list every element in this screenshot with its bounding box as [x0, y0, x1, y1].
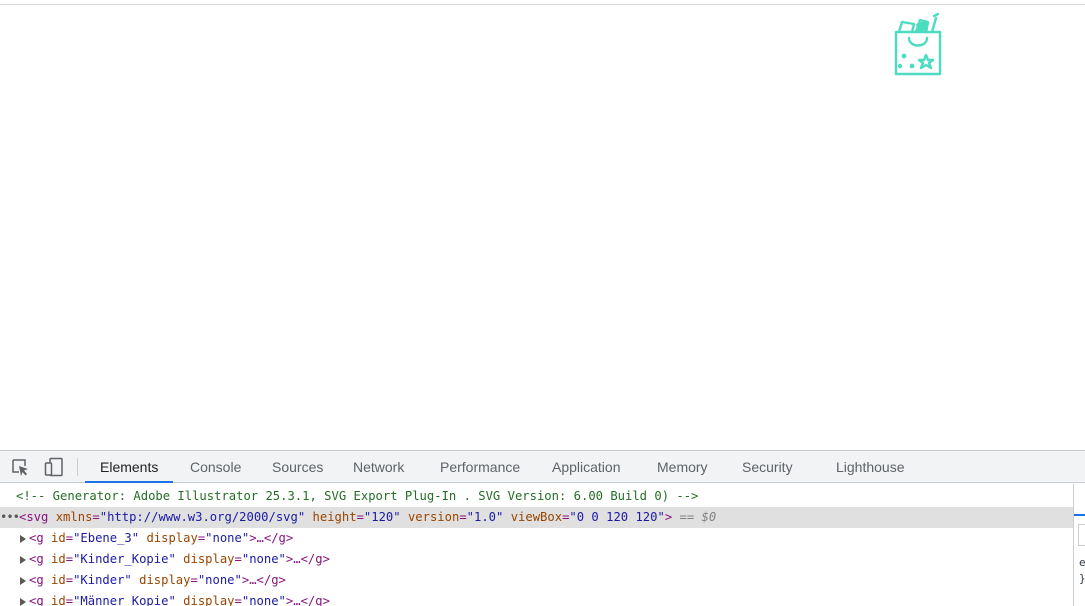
attr-value: "none" — [197, 573, 242, 587]
attr-name: height — [312, 510, 357, 524]
g-tag-close: >…</g> — [241, 573, 286, 587]
more-options-icon[interactable]: ••• — [0, 510, 20, 524]
side-text: } — [1079, 572, 1085, 585]
styles-side-panel: e } — [1073, 484, 1085, 606]
devtools-panel: Elements Console Sources Network Perform… — [0, 450, 1085, 606]
dom-node-row[interactable]: <g id="Ebene_3" display="none">…</g> — [0, 528, 1073, 549]
dom-svg-line[interactable]: •••<svg xmlns="http://www.w3.org/2000/sv… — [0, 507, 1073, 528]
attr-name: id — [51, 573, 66, 587]
attr-name: id — [51, 594, 66, 606]
dom-comment: <!-- Generator: Adobe Illustrator 25.3.1… — [16, 489, 699, 503]
g-tag-open: <g — [29, 594, 44, 606]
dom-node-row[interactable]: <g id="Männer_Kopie" display="none">…</g… — [0, 591, 1073, 606]
attr-name: viewBox — [510, 510, 563, 524]
expand-triangle-icon[interactable] — [20, 555, 26, 564]
side-tab-indicator — [1074, 514, 1085, 516]
inspect-element-icon[interactable] — [10, 457, 30, 477]
tab-network[interactable]: Network — [353, 451, 404, 483]
g-tag-open: <g — [29, 552, 44, 566]
expand-triangle-icon[interactable] — [20, 576, 26, 585]
attr-value: "Kinder_Kopie" — [73, 552, 176, 566]
attr-name: display — [146, 531, 198, 545]
filter-box[interactable] — [1078, 524, 1085, 546]
tab-lighthouse[interactable]: Lighthouse — [836, 451, 905, 483]
attr-value: "none" — [241, 594, 286, 606]
attr-value: "Kinder" — [73, 573, 132, 587]
shopping-bag-icon — [892, 12, 944, 78]
attr-value: "none" — [241, 552, 286, 566]
attr-value: "none" — [205, 531, 250, 545]
g-tag-close: >…</g> — [285, 552, 330, 566]
toolbar-separator — [77, 458, 78, 476]
svg-tag-close: > — [664, 510, 673, 524]
attr-name: display — [139, 573, 191, 587]
expand-triangle-icon[interactable] — [20, 534, 26, 543]
attr-value: "http://www.w3.org/2000/svg" — [99, 510, 306, 524]
device-toggle-icon[interactable] — [44, 457, 64, 477]
attr-name: display — [183, 552, 235, 566]
tab-performance[interactable]: Performance — [440, 451, 520, 483]
side-text: e — [1079, 556, 1085, 569]
tab-security[interactable]: Security — [742, 451, 793, 483]
expand-triangle-icon[interactable] — [20, 597, 26, 606]
attr-name: id — [51, 531, 66, 545]
attr-value: "0 0 120 120" — [569, 510, 665, 524]
attr-value: "120" — [363, 510, 401, 524]
attr-name: version — [407, 510, 460, 524]
attr-name: display — [183, 594, 235, 606]
g-tag-open: <g — [29, 531, 44, 545]
tab-console[interactable]: Console — [190, 451, 241, 483]
page-viewport — [0, 5, 1085, 450]
tab-memory[interactable]: Memory — [657, 451, 708, 483]
tab-application[interactable]: Application — [552, 451, 621, 483]
dom-tree: <!-- Generator: Adobe Illustrator 25.3.1… — [0, 484, 1073, 606]
attr-value: "1.0" — [466, 510, 504, 524]
g-tag-open: <g — [29, 573, 44, 587]
selected-node-marker: == $0 — [679, 510, 717, 524]
attr-value: "Männer_Kopie" — [73, 594, 176, 606]
svg-tag-open: <svg — [19, 510, 49, 524]
attr-name: xmlns — [55, 510, 93, 524]
g-tag-close: >…</g> — [285, 594, 330, 606]
devtools-toolbar: Elements Console Sources Network Perform… — [0, 450, 1085, 483]
tab-elements[interactable]: Elements — [85, 451, 174, 483]
attr-name: id — [51, 552, 66, 566]
tab-sources[interactable]: Sources — [272, 451, 323, 483]
attr-value: "Ebene_3" — [73, 531, 140, 545]
dom-node-row[interactable]: <g id="Kinder_Kopie" display="none">…</g… — [0, 549, 1073, 570]
dom-node-row[interactable]: <g id="Kinder" display="none">…</g> — [0, 570, 1073, 591]
dom-comment-line[interactable]: <!-- Generator: Adobe Illustrator 25.3.1… — [0, 486, 1073, 507]
g-tag-close: >…</g> — [249, 531, 294, 545]
